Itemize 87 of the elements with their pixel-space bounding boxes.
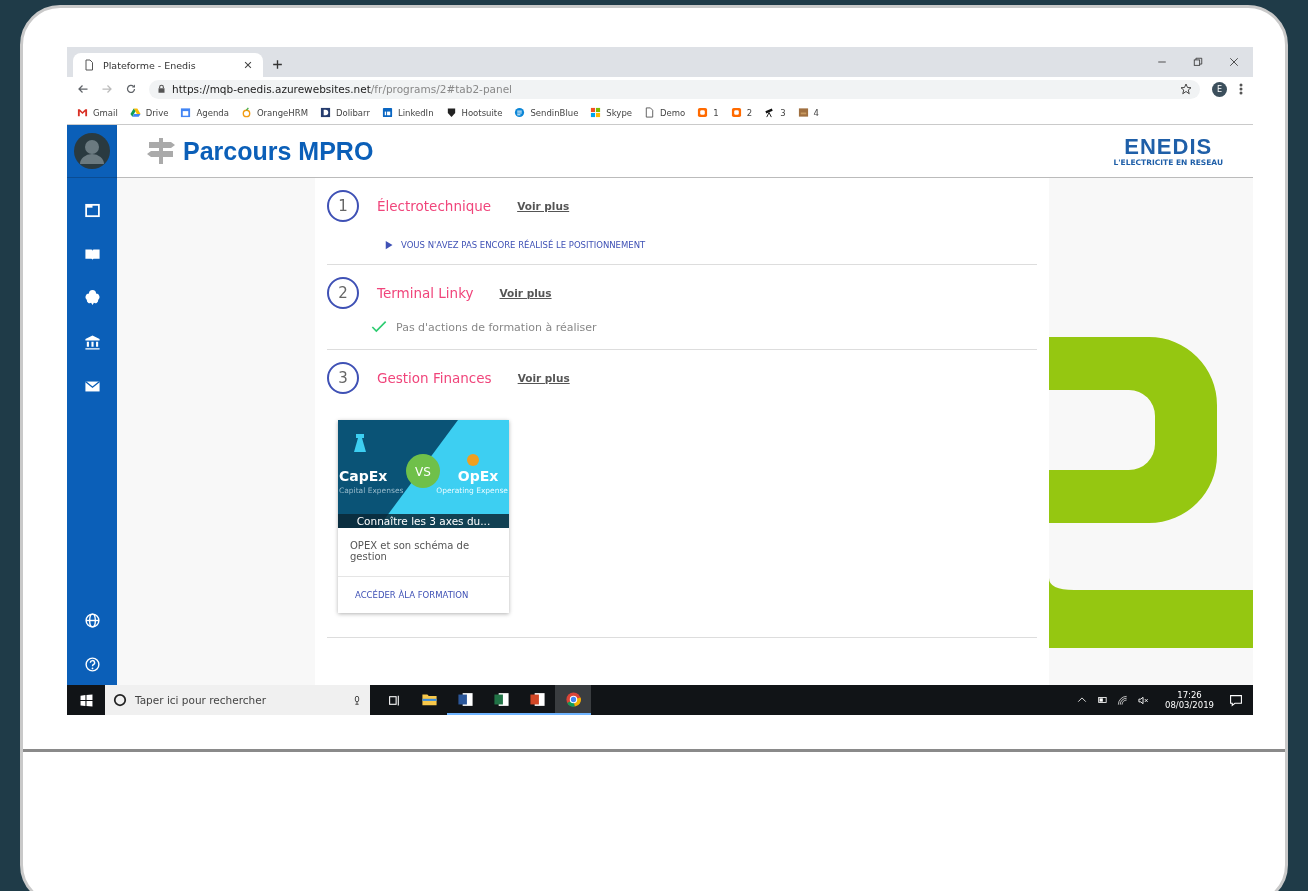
m-logo-icon	[77, 107, 88, 118]
status-link[interactable]: VOUS N'AVEZ PAS ENCORE RÉALISÉ LE POSITIONNEMENT	[401, 240, 646, 250]
globe-icon[interactable]	[83, 612, 101, 629]
bookmark-link[interactable]: 4	[797, 107, 819, 118]
banner-title: OpEx	[457, 468, 499, 484]
search-field[interactable]: Taper ici pour rechercher	[105, 685, 370, 715]
chevron-up-icon[interactable]	[1077, 695, 1087, 705]
square-logo-icon	[730, 107, 742, 118]
image-caption: Connaître les 3 axes du...	[338, 514, 509, 528]
url-text: https://mqb-enedis.azurewebsites.net/fr/programs/2#tab2-panel	[172, 83, 513, 95]
profile-avatar[interactable]: E	[1212, 81, 1227, 97]
banner-title: CapEx	[339, 468, 388, 484]
close-icon[interactable]	[1229, 57, 1239, 67]
bookmark-link[interactable]: 2	[730, 107, 753, 118]
shield-icon	[445, 107, 457, 118]
bookmark-link[interactable]: Dolibarr	[319, 107, 370, 118]
taskbar-app[interactable]	[555, 685, 591, 715]
fruit-icon	[240, 107, 252, 118]
step-number: 2	[327, 277, 359, 309]
square-logo-icon	[381, 107, 393, 118]
play-icon[interactable]	[385, 240, 394, 250]
close-icon[interactable]	[243, 60, 253, 70]
telescope-icon	[764, 107, 776, 118]
circle-logo-icon	[564, 690, 582, 708]
task-view-icon[interactable]	[388, 693, 401, 707]
page-title: Parcours MPRO	[183, 136, 374, 166]
see-more-link[interactable]: Voir plus	[499, 287, 552, 299]
status-text: Pas d'actions de formation à réaliser	[396, 320, 597, 334]
checkmark-icon	[369, 319, 389, 335]
square-logo-icon	[319, 107, 331, 118]
bookmark-link[interactable]: OrangeHRM	[240, 107, 308, 118]
reload-icon[interactable]	[125, 83, 137, 95]
bookmark-link[interactable]: Drive	[129, 107, 169, 118]
avatar-icon[interactable]	[74, 133, 110, 169]
more-menu-icon[interactable]	[1239, 83, 1243, 95]
star-icon[interactable]	[1180, 83, 1192, 95]
back-arrow-icon[interactable]	[77, 83, 89, 95]
windows-logo-icon[interactable]	[79, 693, 93, 707]
help-icon[interactable]	[83, 656, 101, 673]
access-course-link[interactable]: ACCÉDER ÀLA FORMATION	[338, 576, 509, 613]
address-bar[interactable]: https://mqb-enedis.azurewebsites.net/fr/programs/2#tab2-panel	[149, 79, 1200, 99]
lock-icon	[157, 84, 166, 94]
four-squares-icon	[590, 107, 602, 118]
clock-time[interactable]: 17:26	[1177, 690, 1202, 700]
bank-icon[interactable]	[83, 334, 101, 351]
module-title: Électrotechnique	[377, 198, 492, 214]
step-number: 1	[327, 190, 359, 222]
see-more-link[interactable]: Voir plus	[517, 200, 570, 212]
clock-date[interactable]: 08/03/2019	[1165, 700, 1214, 710]
triangle-logo-icon	[129, 107, 141, 118]
square-logo-icon	[697, 107, 709, 118]
bookmark-link[interactable]: Hootsuite	[445, 107, 503, 118]
circle-logo-icon	[514, 107, 526, 118]
page-icon	[644, 107, 656, 118]
bookmark-link[interactable]: Demo	[644, 107, 686, 118]
document-icon	[456, 690, 474, 708]
microphone-icon[interactable]	[352, 693, 362, 707]
bookmark-link[interactable]: LinkedIn	[381, 107, 434, 118]
bookmark-link[interactable]: Gmail	[77, 107, 118, 118]
search-circle-icon	[113, 693, 127, 707]
slides-icon	[528, 690, 546, 708]
see-more-link[interactable]: Voir plus	[517, 372, 570, 384]
bookmark-link[interactable]: Agenda	[180, 107, 229, 118]
bookmark-link[interactable]: 3	[764, 107, 786, 118]
step-number: 3	[327, 362, 359, 394]
brand-logo: ENEDIS	[1124, 135, 1213, 158]
spreadsheet-icon	[492, 690, 510, 708]
browser-tab[interactable]: Plateforme - Enedis	[73, 53, 263, 77]
module-title: Terminal Linky	[377, 285, 474, 301]
module-title: Gestion Finances	[377, 370, 492, 386]
wifi-icon[interactable]	[1117, 694, 1128, 706]
signpost-icon	[147, 136, 175, 166]
calendar-icon	[180, 107, 192, 118]
restore-icon[interactable]	[1193, 57, 1203, 67]
window-icon[interactable]	[83, 202, 101, 219]
plus-icon[interactable]	[271, 58, 284, 71]
bookmark-link[interactable]: Skype	[590, 107, 633, 118]
coin-icon	[467, 454, 479, 466]
course-title: OPEX et son schéma de gestion	[349, 539, 471, 564]
speaker-muted-icon[interactable]	[1137, 694, 1150, 706]
vs-circle: VS	[406, 454, 440, 488]
notification-icon[interactable]	[1229, 693, 1243, 707]
bookmark-link[interactable]: SendinBlue	[514, 107, 579, 118]
battery-icon[interactable]	[1096, 695, 1108, 705]
page-icon	[83, 59, 95, 71]
box-icon	[797, 107, 809, 118]
bookmark-link[interactable]: 1	[697, 107, 719, 118]
